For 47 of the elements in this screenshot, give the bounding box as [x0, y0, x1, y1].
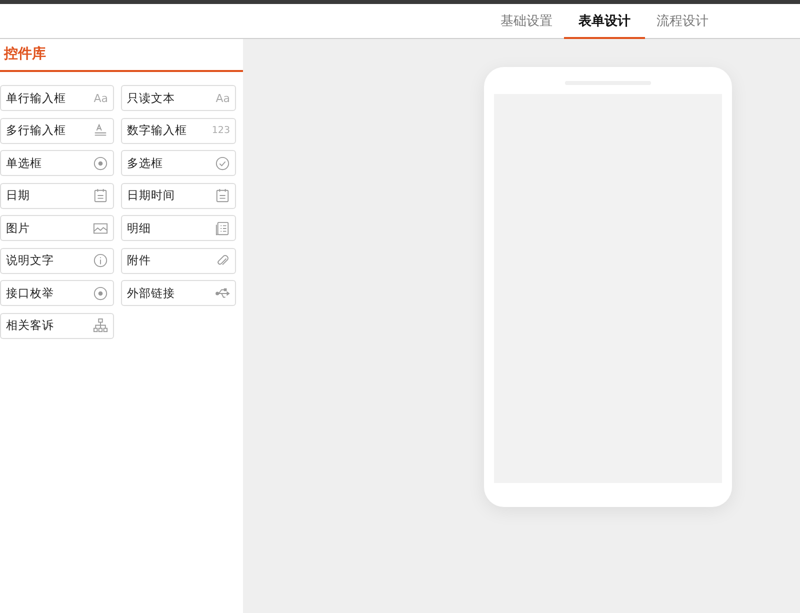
- control-label: 附件: [127, 253, 151, 268]
- control-label: 数字输入框: [127, 123, 187, 138]
- paperclip-icon: [215, 253, 230, 268]
- control-item[interactable]: 只读文本 Aa: [121, 85, 236, 111]
- control-item[interactable]: 明细: [121, 215, 236, 241]
- type-icon: 123: [212, 125, 230, 136]
- type-icon: Aa: [94, 92, 108, 104]
- control-item[interactable]: 单行输入框 Aa: [0, 85, 114, 111]
- tab[interactable]: 流程设计: [642, 4, 723, 39]
- control-item[interactable]: 数字输入框 123: [121, 118, 236, 144]
- control-label: 日期时间: [127, 188, 175, 203]
- control-label: 单选框: [6, 156, 42, 170]
- radio-icon: [93, 286, 108, 300]
- control-label: 图片: [6, 220, 30, 236]
- control-label: 明细: [127, 220, 151, 236]
- control-label: 日期: [6, 188, 30, 203]
- control-item[interactable]: 接口枚举: [0, 280, 114, 306]
- control-label: 接口枚举: [6, 286, 54, 300]
- control-item[interactable]: 说明文字: [0, 248, 114, 274]
- multiline-icon: [93, 123, 108, 138]
- control-item[interactable]: 日期时间: [121, 182, 236, 208]
- control-label: 多选框: [127, 156, 163, 170]
- check-circle-icon: [215, 156, 230, 170]
- tab[interactable]: 基础设置: [486, 4, 567, 39]
- control-label: 只读文本: [127, 90, 175, 106]
- radio-icon: [93, 156, 108, 170]
- control-item[interactable]: 日期: [0, 182, 114, 208]
- usb-icon: [215, 286, 230, 300]
- control-item[interactable]: 多选框: [121, 150, 236, 176]
- image-icon: [93, 220, 108, 236]
- control-label: 多行输入框: [6, 123, 66, 138]
- control-label: 说明文字: [6, 253, 54, 268]
- control-item[interactable]: 外部链接: [121, 280, 236, 306]
- list-icon: [215, 220, 230, 236]
- control-item[interactable]: 单选框: [0, 150, 114, 176]
- control-item[interactable]: 附件: [121, 248, 236, 274]
- control-item[interactable]: 多行输入框: [0, 118, 114, 144]
- control-item[interactable]: 图片: [0, 215, 114, 241]
- control-item[interactable]: 相关客诉: [0, 312, 114, 338]
- calendar-icon: [93, 188, 108, 203]
- info-icon: [93, 253, 108, 268]
- org-chart-icon: [93, 318, 108, 333]
- control-label: 外部链接: [127, 286, 175, 300]
- control-label: 相关客诉: [6, 318, 54, 333]
- control-label: 单行输入框: [6, 90, 66, 106]
- type-icon: Aa: [216, 92, 230, 104]
- calendar-icon: [215, 188, 230, 203]
